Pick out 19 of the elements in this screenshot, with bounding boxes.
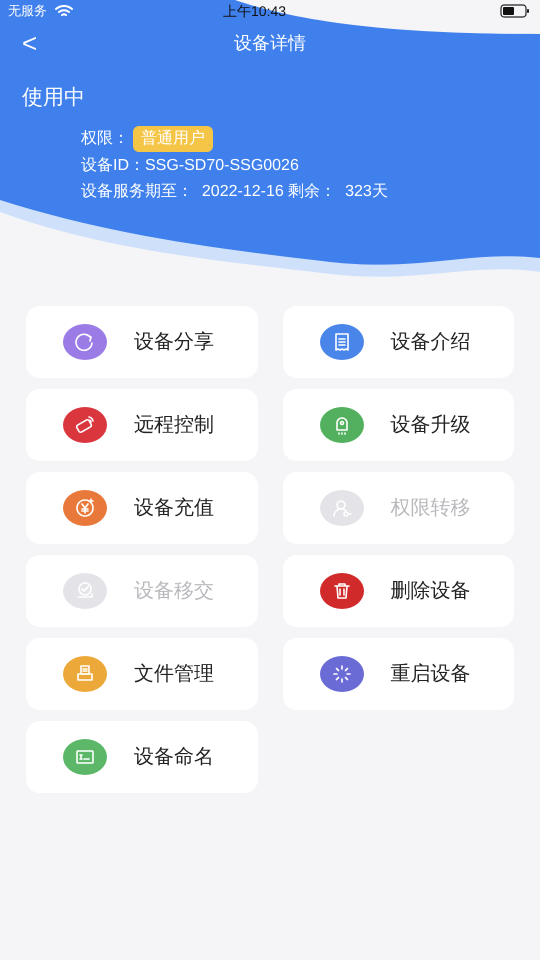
- device-id: 设备ID：SSG-SD70-SSG0026: [81, 156, 300, 176]
- action-card[interactable]: 设备升级: [282, 389, 514, 461]
- back-button[interactable]: <: [22, 30, 38, 56]
- service-expiry: 设备服务期至： 2022-12-16 剩余： 323天: [81, 182, 389, 202]
- carrier-text: 无服务: [8, 2, 47, 20]
- device-status: 使用中: [22, 85, 86, 111]
- action-card[interactable]: 设备介绍: [282, 306, 514, 378]
- action-card[interactable]: 设备命名: [26, 721, 258, 793]
- wifi-icon: [55, 4, 73, 18]
- permission-label: 权限：: [81, 128, 129, 148]
- action-card[interactable]: 文件管理: [26, 638, 258, 710]
- action-card[interactable]: 重启设备: [282, 638, 514, 710]
- action-card[interactable]: 设备充值: [26, 472, 258, 544]
- action-card[interactable]: 删除设备: [282, 555, 514, 627]
- action-card[interactable]: 远程控制: [26, 389, 258, 461]
- page-title: 设备详情: [234, 32, 306, 54]
- battery-icon: [500, 4, 530, 18]
- permission-badge: 普通用户: [133, 126, 213, 152]
- action-card[interactable]: 设备分享: [26, 306, 258, 378]
